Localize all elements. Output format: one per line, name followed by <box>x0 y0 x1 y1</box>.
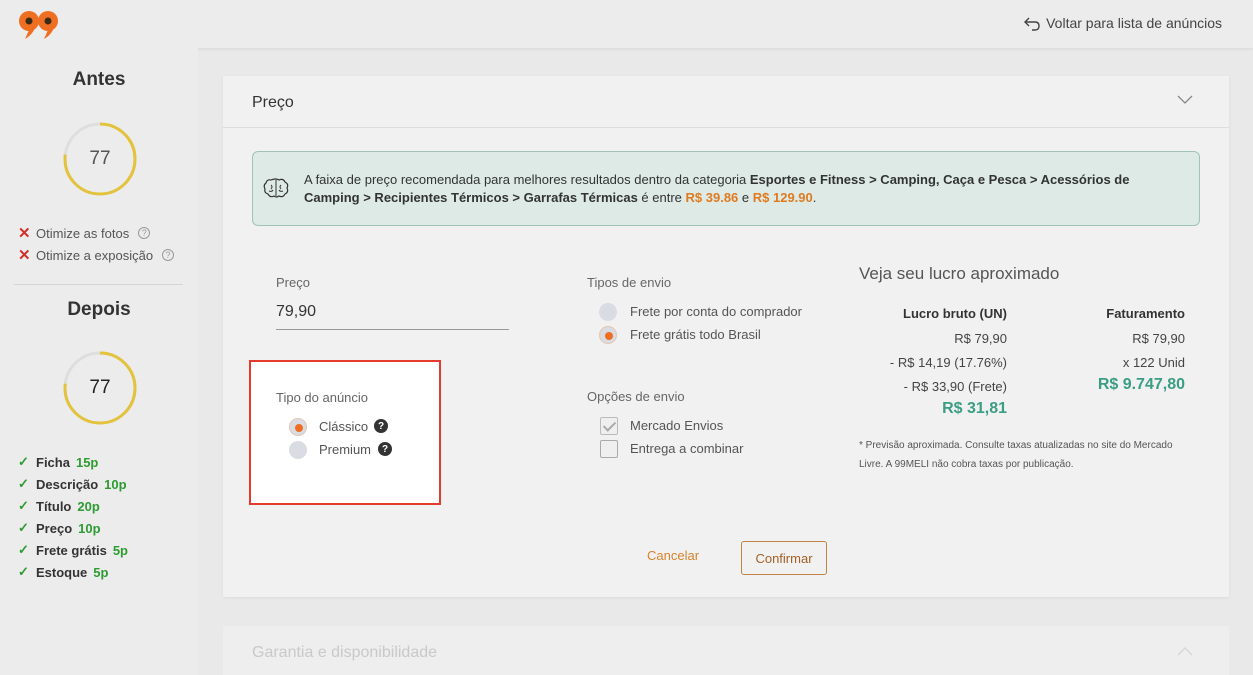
check-icon: ✓ <box>18 564 29 579</box>
check-item-preco: ✓ Preço 10p <box>18 520 101 536</box>
help-icon[interactable]: ? <box>374 419 388 433</box>
check-points: 15p <box>75 454 99 470</box>
x-icon: ✕ <box>18 225 31 242</box>
back-link-label: Voltar para lista de anúncios <box>1046 15 1222 31</box>
confirm-button[interactable]: Confirmar <box>741 541 827 575</box>
score-sidebar: Antes 77 ✕ Otimize as fotos ? ✕ Otimize … <box>0 48 198 675</box>
check-label: Frete grátis <box>36 542 107 558</box>
check-label: Descrição <box>36 476 99 492</box>
before-score: 77 <box>89 148 111 169</box>
premium-radio[interactable] <box>289 441 307 459</box>
shipping-free-radio[interactable] <box>599 326 617 344</box>
gross-total: R$ 31,81 <box>942 400 1007 417</box>
gross-fee: - R$ 14,19 (17.76%) <box>889 355 1007 370</box>
shipping-options-label: Opções de envio <box>587 389 685 404</box>
info-middle: é entre <box>637 190 686 205</box>
check-points: 5p <box>112 542 128 558</box>
sidebar-divider <box>14 284 183 285</box>
check-item-descricao: ✓ Descrição 10p <box>18 476 127 492</box>
classic-label: Clássico <box>319 419 369 434</box>
premium-label: Premium <box>319 442 372 457</box>
issue-exposure: ✕ Otimize a exposição ? <box>18 246 175 264</box>
mercado-envios-label: Mercado Envios <box>630 418 724 433</box>
check-label: Ficha <box>36 454 70 470</box>
revenue-price: R$ 79,90 <box>1132 331 1185 346</box>
before-score-ring: 77 <box>63 122 137 196</box>
shipping-buyer-radio[interactable] <box>599 303 617 321</box>
check-icon: ✓ <box>18 520 29 535</box>
revenue-total: R$ 9.747,80 <box>1097 376 1185 393</box>
warranty-section-title: Garantia e disponibilidade <box>252 644 438 661</box>
issue-label: Otimize a exposição <box>36 247 154 263</box>
check-label: Preço <box>36 520 73 536</box>
check-item-ficha: ✓ Ficha 15p <box>18 454 98 470</box>
brain-icon <box>263 178 289 198</box>
chevron-down-icon[interactable] <box>1177 95 1193 105</box>
help-icon[interactable]: ? <box>162 249 175 261</box>
revenue-header: Faturamento <box>1106 306 1185 321</box>
shipping-types-label: Tipos de envio <box>587 275 672 290</box>
check-label: Título <box>36 498 72 514</box>
entrega-combinar-checkbox[interactable] <box>600 440 618 458</box>
before-title: Antes <box>72 69 126 90</box>
check-points: 5p <box>93 564 109 580</box>
section-title: Preço <box>252 94 294 111</box>
mercado-envios-checkbox[interactable] <box>600 417 618 435</box>
revenue-units: x 122 Unid <box>1122 355 1185 370</box>
help-icon[interactable]: ? <box>378 442 392 456</box>
after-title: Depois <box>67 299 131 320</box>
warranty-section-card[interactable]: Garantia e disponibilidade <box>223 626 1229 675</box>
price-input[interactable]: 79,90 <box>276 303 509 330</box>
check-item-estoque: ✓ Estoque 5p <box>18 564 108 580</box>
check-label: Estoque <box>36 564 88 580</box>
ad-type-label: Tipo do anúncio <box>276 390 369 405</box>
issue-label: Otimize as fotos <box>36 225 130 241</box>
price-recommendation-text: A faixa de preço recomendada para melhor… <box>304 171 1184 207</box>
back-to-list-link[interactable]: Voltar para lista de anúncios <box>1023 14 1222 32</box>
check-icon: ✓ <box>18 454 29 469</box>
price-recommendation-box: A faixa de preço recomendada para melhor… <box>252 151 1200 226</box>
info-end: . <box>812 190 817 205</box>
entrega-combinar-label: Entrega a combinar <box>630 441 744 456</box>
help-icon[interactable]: ? <box>138 227 151 239</box>
after-score: 77 <box>89 377 111 398</box>
logo-99-icon[interactable] <box>18 10 60 40</box>
shipping-buyer-label: Frete por conta do comprador <box>630 304 802 319</box>
info-and: e <box>738 190 753 205</box>
check-points: 10p <box>78 520 101 536</box>
price-label: Preço <box>276 275 310 290</box>
cancel-button[interactable]: Cancelar <box>647 548 699 563</box>
check-item-frete: ✓ Frete grátis 5p <box>18 542 128 558</box>
shipping-free-label: Frete grátis todo Brasil <box>630 327 761 342</box>
gross-price: R$ 79,90 <box>954 331 1007 346</box>
info-prefix: A faixa de preço recomendada para melhor… <box>304 172 750 187</box>
issue-photos: ✕ Otimize as fotos ? <box>18 224 151 242</box>
classic-radio[interactable] <box>289 418 307 436</box>
check-icon: ✓ <box>18 498 29 513</box>
back-arrow-icon <box>1024 17 1040 31</box>
check-item-titulo: ✓ Título 20p <box>18 498 100 514</box>
info-min-price: R$ 39.86 <box>685 190 739 205</box>
check-points: 10p <box>104 476 127 492</box>
check-icon: ✓ <box>18 476 29 491</box>
price-section-header[interactable]: Preço <box>223 76 1229 128</box>
profit-note: * Previsão aproximada. Consulte taxas at… <box>859 440 1173 470</box>
after-score-ring: 77 <box>63 351 137 425</box>
price-section-card: Preço A faixa de preço recomendada para … <box>223 76 1229 597</box>
profit-title: Veja seu lucro aproximado <box>859 264 1060 283</box>
check-points: 20p <box>77 498 100 514</box>
info-max-price: R$ 129.90 <box>752 190 813 205</box>
gross-shipping: - R$ 33,90 (Frete) <box>903 379 1007 394</box>
x-icon: ✕ <box>18 247 31 264</box>
check-icon: ✓ <box>18 542 29 557</box>
chevron-up-icon[interactable] <box>1177 646 1193 656</box>
top-bar: Voltar para lista de anúncios <box>0 0 1253 48</box>
gross-profit-header: Lucro bruto (UN) <box>903 306 1007 321</box>
ad-type-panel: Tipo do anúncio Clássico ? Premium ? <box>249 360 441 505</box>
